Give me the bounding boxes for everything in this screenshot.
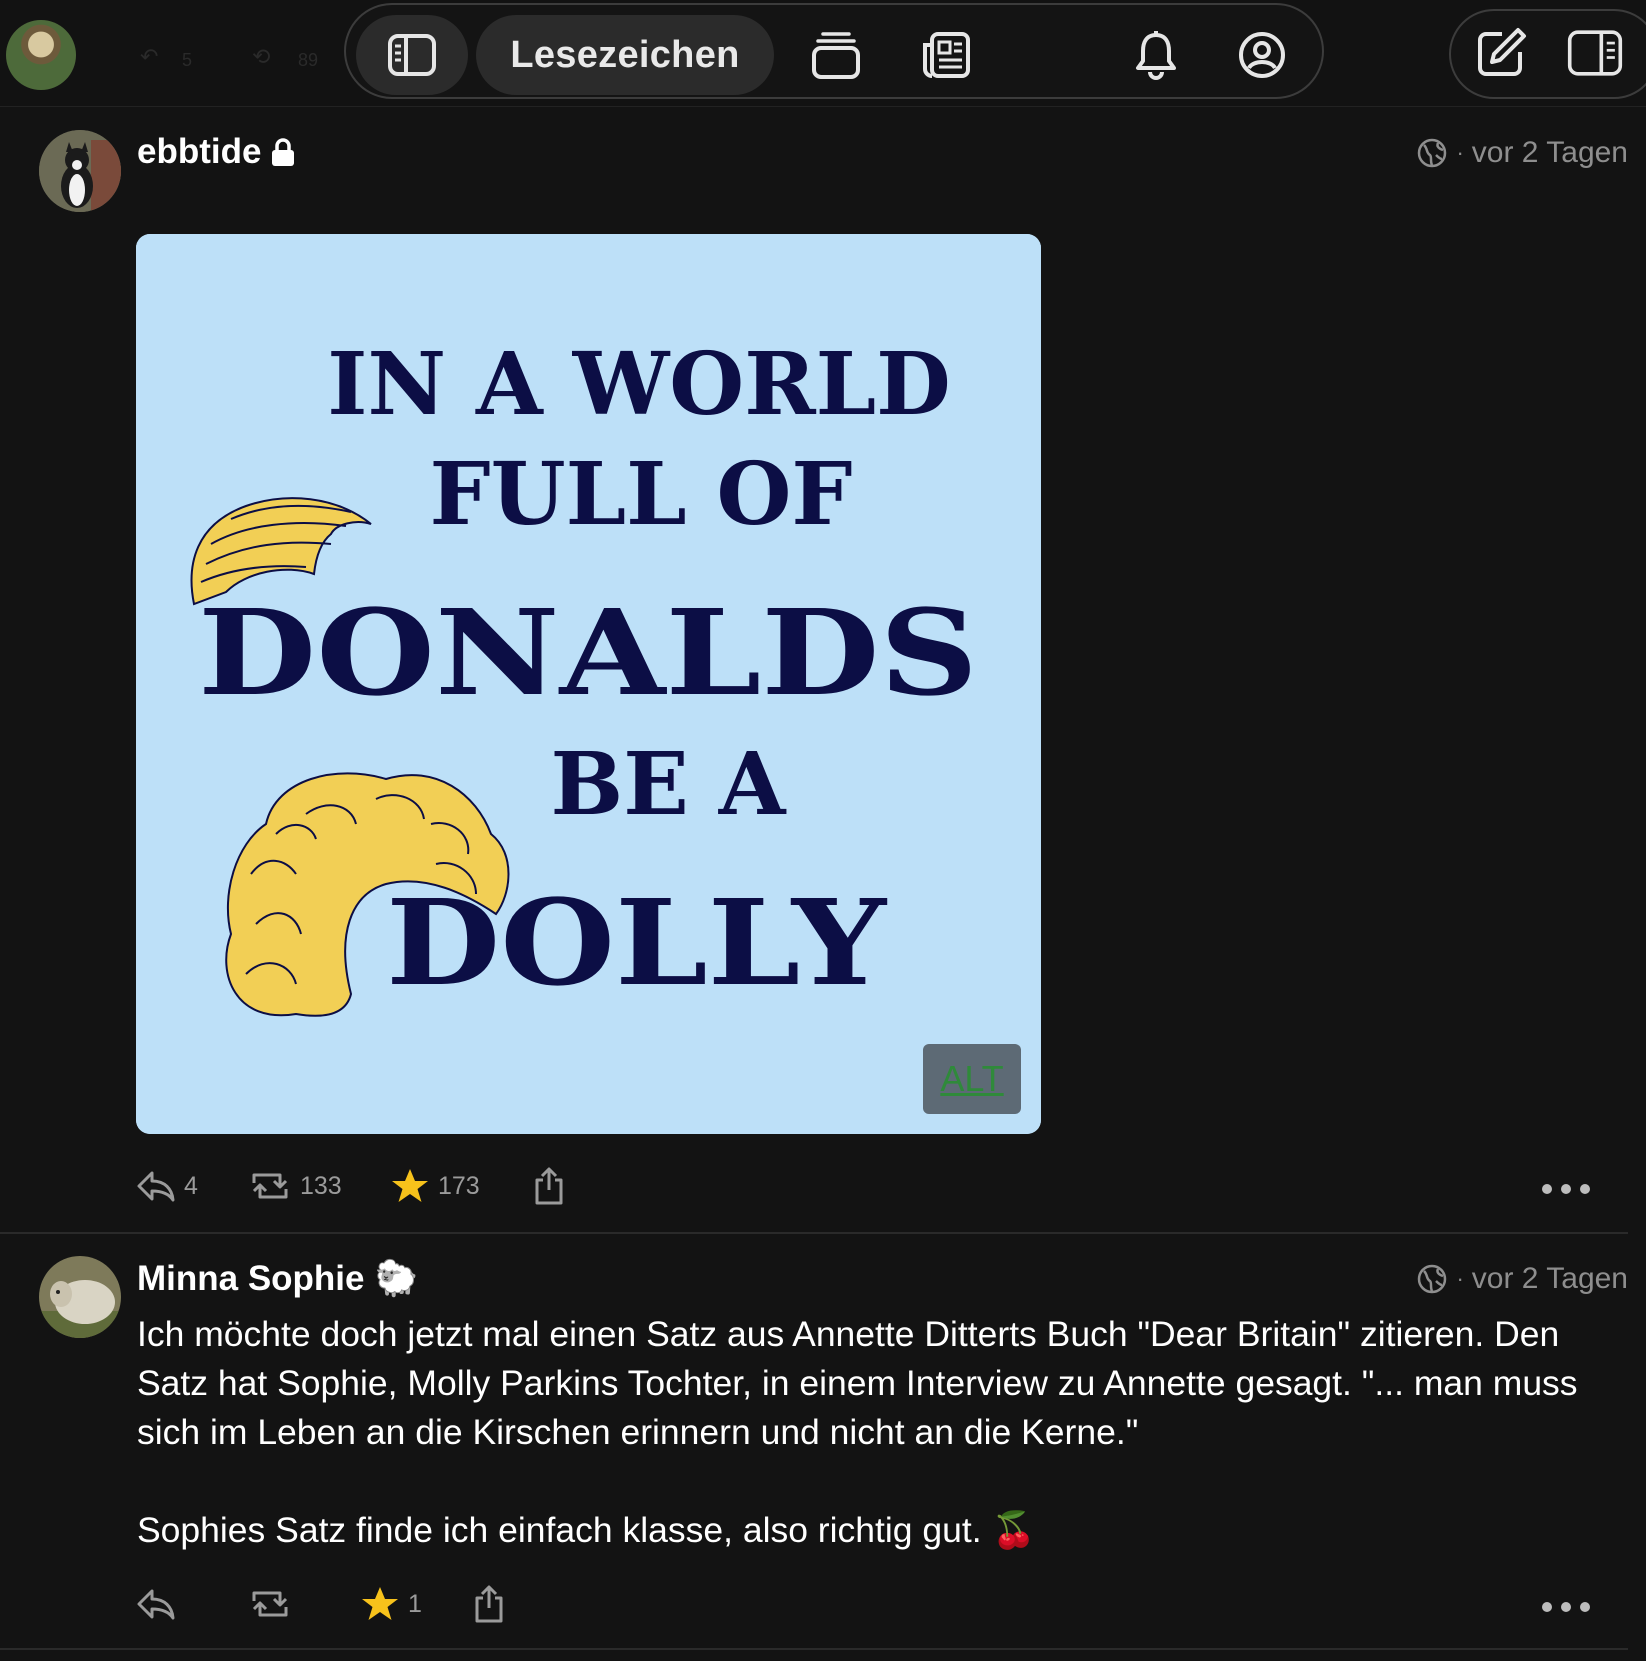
account-avatar[interactable] xyxy=(6,20,76,90)
share-button[interactable] xyxy=(472,1584,506,1624)
sidebar-icon xyxy=(388,34,436,76)
toggle-sidebar-button[interactable] xyxy=(356,15,468,95)
boost-icon xyxy=(252,1173,288,1199)
reply-button[interactable] xyxy=(136,1587,248,1621)
compose-icon xyxy=(1478,28,1526,76)
author-avatar[interactable] xyxy=(39,130,121,212)
globe-icon xyxy=(1418,138,1447,168)
faint-boost-count: 89 xyxy=(298,50,319,70)
author-avatar[interactable] xyxy=(39,1256,121,1338)
top-navigation-bar: ↶ 5 ⟲ 89 Lesezeichen xyxy=(0,0,1646,107)
globe-icon xyxy=(1418,1264,1447,1294)
post-divider xyxy=(0,1648,1628,1650)
post-content: Ich möchte doch jetzt mal einen Satz aus… xyxy=(137,1310,1617,1555)
newspaper-icon xyxy=(923,32,970,78)
reply-icon xyxy=(137,1589,175,1620)
poster-image: IN A WORLD FULL OF DONALDS BE A DOLLY xyxy=(136,234,1041,1134)
user-circle-icon xyxy=(1239,32,1285,78)
poster-line-5: DOLLY xyxy=(386,873,888,1012)
post-timestamp[interactable]: vor 2 Tagen xyxy=(1472,1262,1628,1296)
boost-button[interactable]: 133 xyxy=(248,1169,390,1203)
notifications-button[interactable] xyxy=(1128,27,1184,83)
more-options-button[interactable] xyxy=(1542,1602,1590,1612)
more-dot xyxy=(1542,1184,1552,1194)
alt-text-button[interactable]: ALT xyxy=(923,1044,1021,1114)
separator-dot: · xyxy=(1456,140,1464,165)
post-minna-sophie[interactable]: Minna Sophie 🐑 · vor 2 Tagen Ich möchte … xyxy=(0,1234,1628,1654)
faint-boost-icon: ⟲ xyxy=(252,44,271,69)
separator-dot: · xyxy=(1456,1266,1464,1291)
poster-line-3: DONALDS xyxy=(198,583,978,722)
main-nav-pill: Lesezeichen xyxy=(344,3,1324,99)
reply-icon xyxy=(137,1171,175,1202)
right-panel-icon xyxy=(1567,30,1623,76)
more-dot xyxy=(1542,1602,1552,1612)
faint-reply-icon: ↶ xyxy=(140,44,159,69)
post-actions: 4 133 173 xyxy=(136,1166,566,1206)
faint-reply-count: 5 xyxy=(182,50,193,70)
author-name-text: Minna Sophie xyxy=(137,1258,365,1298)
cat-avatar-image xyxy=(39,130,121,212)
boost-icon xyxy=(252,1591,288,1617)
poster-line-1: IN A WORLD xyxy=(327,334,950,435)
tab-bookmarks[interactable]: Lesezeichen xyxy=(476,15,774,95)
more-dot xyxy=(1580,1184,1590,1194)
post-ebbtide[interactable]: ebbtide · vor 2 Tagen IN A WORLD FULL OF… xyxy=(0,106,1628,1232)
reply-count: 4 xyxy=(184,1171,198,1200)
favourite-count: 173 xyxy=(438,1171,480,1200)
author-name[interactable]: ebbtide xyxy=(137,132,295,172)
share-button[interactable] xyxy=(532,1166,566,1206)
star-icon xyxy=(362,1587,398,1620)
post-image[interactable]: IN A WORLD FULL OF DONALDS BE A DOLLY AL… xyxy=(136,234,1041,1134)
right-action-pill xyxy=(1449,9,1646,99)
post-actions: 1 xyxy=(136,1584,506,1624)
boost-count: 133 xyxy=(300,1171,342,1200)
poster-line-4: BE A xyxy=(551,734,787,835)
share-icon xyxy=(475,1585,503,1623)
news-button[interactable] xyxy=(918,27,974,83)
author-name[interactable]: Minna Sophie 🐑 xyxy=(137,1258,418,1299)
favourite-button[interactable]: 173 xyxy=(390,1167,532,1205)
more-options-button[interactable] xyxy=(1542,1184,1590,1194)
compose-button[interactable] xyxy=(1473,25,1529,81)
post-meta: · vor 2 Tagen xyxy=(1416,136,1628,170)
post-meta: · vor 2 Tagen xyxy=(1416,1262,1628,1296)
share-icon xyxy=(535,1167,563,1205)
author-name-text: ebbtide xyxy=(137,132,262,171)
star-icon xyxy=(392,1169,428,1202)
favourite-button[interactable]: 1 xyxy=(360,1585,472,1623)
toggle-right-panel-button[interactable] xyxy=(1567,25,1623,81)
poster-line-2: FULL OF xyxy=(430,444,853,545)
sheep-avatar-image xyxy=(39,1256,121,1338)
favourite-count: 1 xyxy=(408,1589,422,1618)
stacked-cards-button[interactable] xyxy=(808,27,864,83)
reply-button[interactable]: 4 xyxy=(136,1169,248,1203)
more-dot xyxy=(1561,1602,1571,1612)
more-dot xyxy=(1561,1184,1571,1194)
boost-button[interactable] xyxy=(248,1587,360,1621)
post-paragraph: Sophies Satz finde ich einfach klasse, a… xyxy=(137,1510,1036,1550)
stacked-cards-icon xyxy=(812,32,860,79)
profile-button[interactable] xyxy=(1234,27,1290,83)
sheep-emoji: 🐑 xyxy=(374,1259,419,1298)
bell-icon xyxy=(1136,31,1176,80)
post-paragraph: Ich möchte doch jetzt mal einen Satz aus… xyxy=(137,1314,1578,1452)
post-timestamp[interactable]: vor 2 Tagen xyxy=(1472,136,1628,170)
more-dot xyxy=(1580,1602,1590,1612)
lock-icon xyxy=(272,138,295,166)
